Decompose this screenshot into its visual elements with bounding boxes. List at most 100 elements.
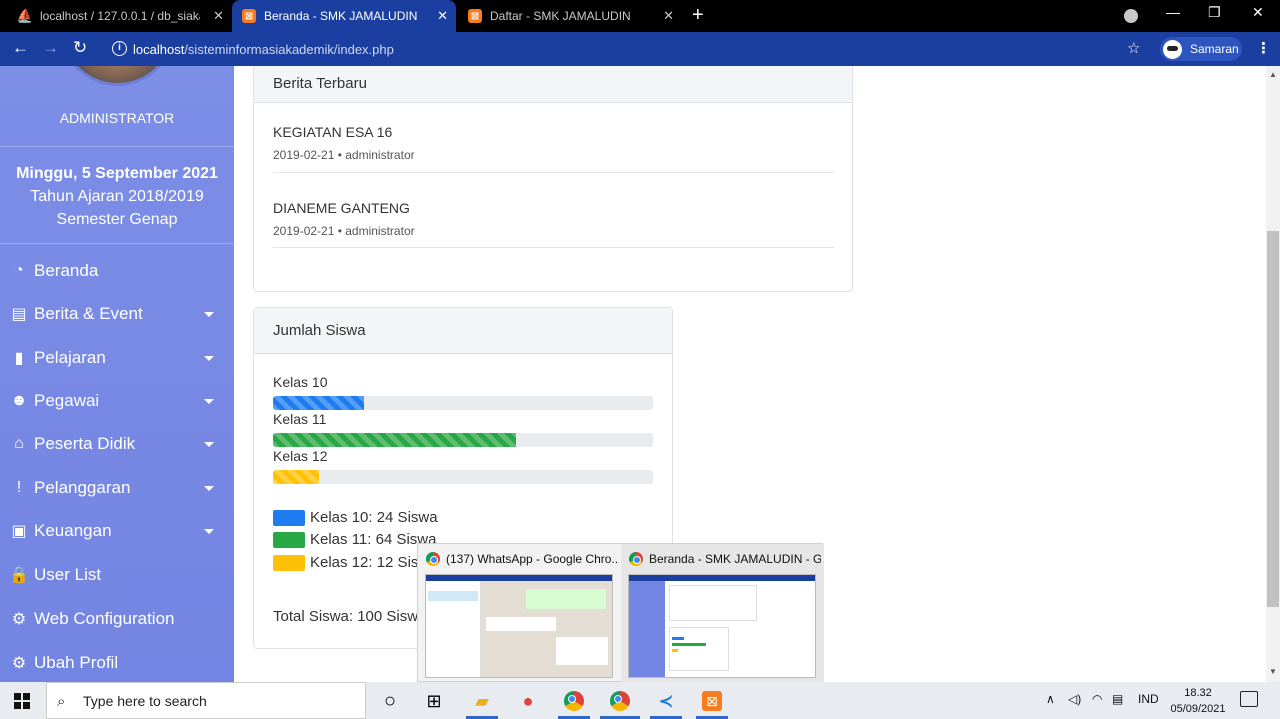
sidebar-item-pegawai[interactable]: ☻ Pegawai [9, 388, 224, 414]
sidebar-item-label: Berita & Event [34, 304, 143, 323]
sidebar-item-beranda[interactable]: ◔ Beranda [9, 258, 224, 284]
preview-thumbnail [628, 574, 816, 678]
xampp-icon: ⊠ [242, 9, 256, 23]
news-title[interactable]: KEGIATAN ESA 16 [273, 124, 392, 140]
browser-tab-strip: ⛵ localhost / 127.0.0.1 / db_siakad ✕ ⊠ … [0, 0, 1280, 32]
sidebar-item-keuangan[interactable]: ▣ Keuangan [9, 518, 224, 544]
tab-search-icon[interactable] [1124, 9, 1138, 23]
preview-whatsapp[interactable]: (137) WhatsApp - Google Chro... [418, 544, 621, 683]
user-role: ADMINISTRATOR [59, 110, 175, 126]
scroll-down-icon[interactable]: ▼ [1269, 667, 1277, 676]
sidebar-item-pelanggaran[interactable]: ! Pelanggaran [9, 475, 224, 501]
vertical-scrollbar[interactable]: ▲ ▼ [1266, 66, 1280, 682]
wifi-icon[interactable]: ◠ [1092, 692, 1102, 706]
clock[interactable]: 18.32 05/09/2021 [1166, 685, 1230, 717]
url-text[interactable]: localhost/sisteminformasiakademik/index.… [133, 42, 394, 57]
divider [273, 172, 834, 173]
search-icon: ⌕ [57, 692, 66, 710]
gear-icon: ⚙ [11, 611, 27, 628]
chrome-incognito-taskbar-icon[interactable] [608, 689, 632, 713]
reload-button[interactable]: ↻ [73, 38, 87, 58]
caret-down-icon [204, 399, 214, 404]
restore-button[interactable]: ❐ [1208, 4, 1221, 21]
sidebar-item-ubah-profil[interactable]: ⚙ Ubah Profil [9, 650, 224, 676]
browser-menu-icon[interactable]: ⋮ [1256, 39, 1271, 57]
firefox-icon[interactable]: ● [516, 689, 540, 713]
info-icon[interactable]: i [112, 41, 127, 56]
news-meta: 2019-02-21 • administrator [273, 224, 415, 238]
back-button[interactable]: ← [12, 38, 29, 58]
notification-icon[interactable] [1240, 691, 1258, 707]
volume-icon[interactable]: ◁) [1068, 692, 1081, 706]
tab-title: Daftar - SMK JAMALUDIN [490, 9, 631, 23]
total-students: Total Siswa: 100 Siswa [273, 608, 427, 625]
windows-start-icon[interactable] [14, 693, 30, 709]
users-icon: ☻ [10, 392, 28, 409]
bookmark-star-icon[interactable]: ☆ [1127, 39, 1140, 57]
sidebar-item-label: Beranda [34, 261, 99, 280]
caret-down-icon [204, 442, 214, 447]
avatar [60, 66, 175, 86]
chrome-taskbar-icon[interactable] [562, 689, 586, 713]
preview-thumbnail [425, 574, 613, 678]
cortana-icon[interactable]: ○ [378, 689, 402, 713]
current-date: Minggu, 5 September 2021 [16, 165, 218, 182]
sidebar-item-user-list[interactable]: 🔒 User List [9, 562, 224, 588]
dashboard-icon: ◔ [14, 262, 24, 279]
divider [273, 247, 834, 248]
news-title[interactable]: DIANEME GANTENG [273, 200, 410, 216]
language-indicator[interactable]: IND [1138, 692, 1159, 706]
new-tab-button[interactable]: + [692, 4, 704, 27]
sidebar-item-label: Web Configuration [34, 609, 175, 628]
chevron-up-icon[interactable]: ∧ [1046, 692, 1055, 706]
xampp-taskbar-icon[interactable]: ⊠ [700, 689, 724, 713]
sidebar: ADMINISTRATOR Minggu, 5 September 2021 T… [0, 66, 234, 682]
sidebar-item-label: Pegawai [34, 391, 100, 410]
ime-icon[interactable]: ▤ [1112, 692, 1123, 706]
vscode-icon[interactable]: ≺ [654, 689, 678, 713]
semester: Semester Genap [56, 211, 178, 228]
sidebar-item-pelajaran[interactable]: ▮ Pelajaran [9, 345, 224, 371]
divider [0, 243, 234, 244]
close-icon[interactable]: ✕ [437, 8, 448, 24]
file-explorer-icon[interactable]: ▰ [470, 689, 494, 713]
close-icon[interactable]: ✕ [213, 8, 224, 24]
preview-title: Beranda - SMK JAMALUDIN - G... [629, 552, 821, 566]
caret-down-icon [204, 312, 214, 317]
legend-swatch [273, 554, 305, 571]
windows-taskbar: ⌕ Type here to search ○ ⊞ ▰ ● ≺ ⊠ ∧ ◁) ◠… [0, 682, 1280, 719]
school-year: Tahun Ajaran 2018/2019 [30, 188, 204, 205]
incognito-avatar-icon [1163, 39, 1182, 59]
sidebar-item-label: Ubah Profil [34, 653, 119, 672]
book-icon: ▮ [14, 350, 24, 367]
forward-button[interactable]: → [42, 38, 59, 58]
progress-track [273, 470, 653, 484]
chrome-icon [629, 552, 643, 566]
profile-button[interactable]: Samaran [1160, 37, 1242, 61]
sidebar-item-web-configuration[interactable]: ⚙ Web Configuration [9, 606, 224, 632]
student-count-header: Jumlah Siswa [254, 308, 672, 354]
bar-label: Kelas 10 [273, 374, 328, 390]
scroll-up-icon[interactable]: ▲ [1269, 70, 1277, 79]
tab-phpmyadmin[interactable]: ⛵ localhost / 127.0.0.1 / db_siakad ✕ [8, 0, 232, 32]
minimize-button[interactable]: — [1166, 4, 1180, 20]
lock-icon: 🔒 [9, 567, 29, 584]
sidebar-item-peserta-didik[interactable]: ⌂ Peserta Didik [9, 431, 224, 457]
legend-item: Kelas 10: 24 Siswa [273, 509, 438, 526]
sidebar-item-label: User List [34, 565, 102, 584]
profile-name: Samaran [1190, 42, 1239, 56]
close-icon[interactable]: ✕ [663, 8, 674, 24]
legend-swatch [273, 509, 305, 526]
close-window-button[interactable]: ✕ [1252, 4, 1264, 21]
task-view-icon[interactable]: ⊞ [422, 689, 446, 713]
scrollbar-thumb[interactable] [1267, 231, 1279, 607]
tab-beranda[interactable]: ⊠ Beranda - SMK JAMALUDIN ✕ [232, 0, 456, 32]
progress-fill [273, 470, 319, 484]
preview-beranda[interactable]: Beranda - SMK JAMALUDIN - G... [621, 544, 824, 683]
sidebar-item-berita-event[interactable]: ▤ Berita & Event [9, 301, 224, 327]
sidebar-item-label: Peserta Didik [34, 434, 136, 453]
search-placeholder: Type here to search [83, 692, 207, 709]
tab-daftar[interactable]: ⊠ Daftar - SMK JAMALUDIN ✕ [458, 0, 682, 32]
xampp-icon: ⊠ [468, 9, 482, 23]
taskbar-search[interactable]: ⌕ Type here to search [46, 682, 366, 719]
